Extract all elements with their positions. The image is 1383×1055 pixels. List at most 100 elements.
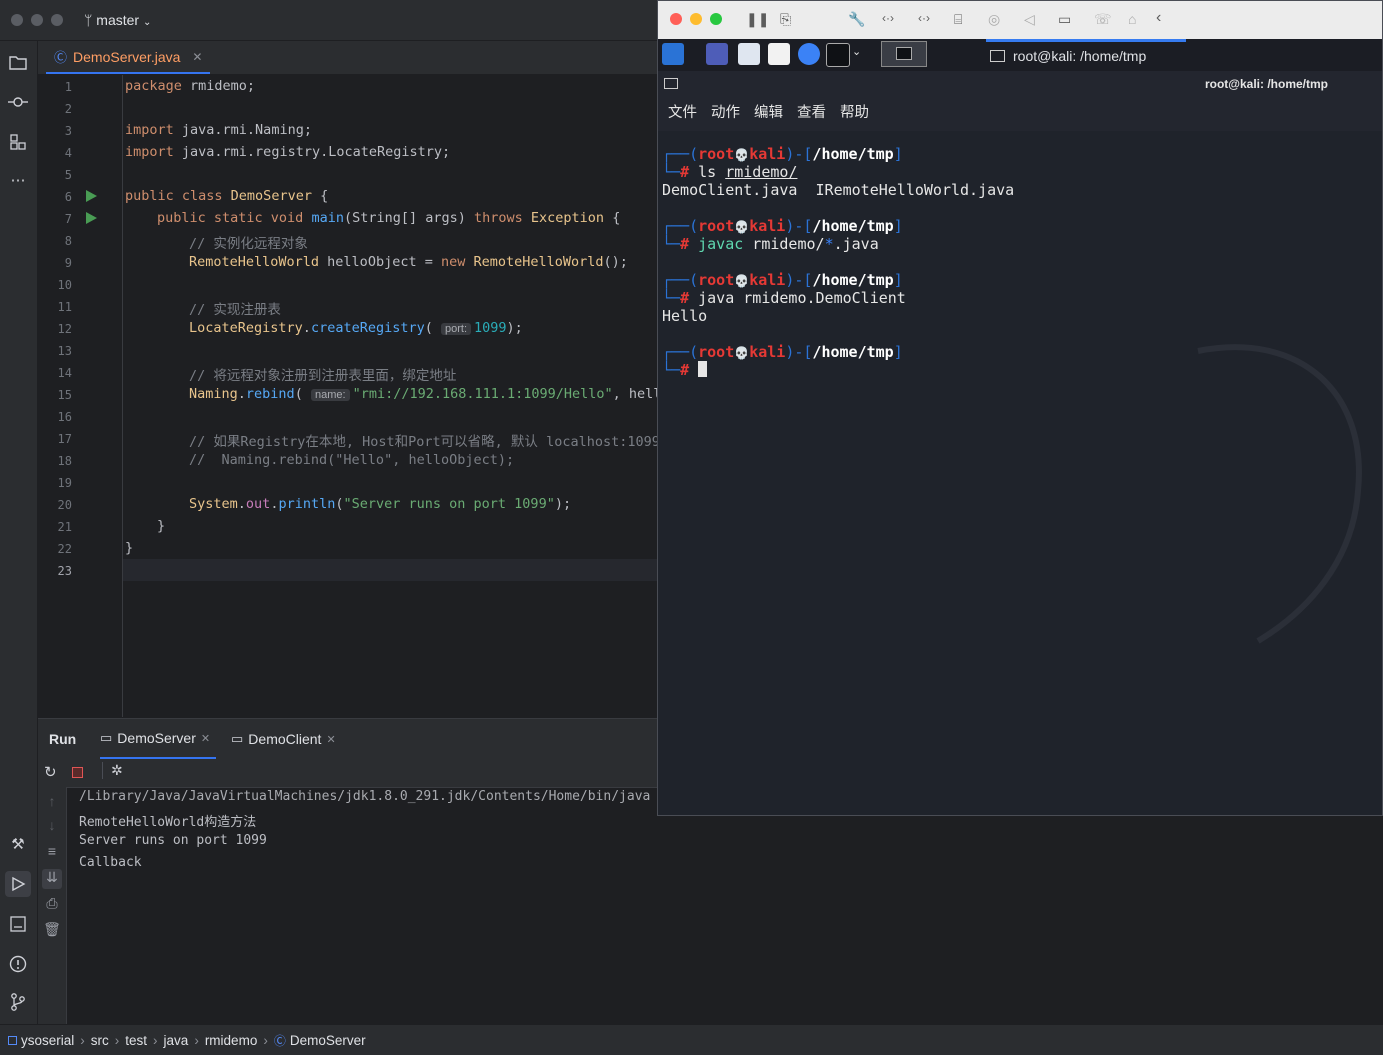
pause-icon[interactable]: ❚❚	[746, 11, 769, 28]
chevron-down-icon[interactable]: ⌄	[852, 45, 861, 58]
terminal-output[interactable]: ┌──(root💀kali)-[/home/tmp] └─# ls rmidem…	[658, 131, 1382, 815]
terminal-tool-icon[interactable]	[7, 913, 29, 935]
user-icon[interactable]: ◎	[988, 11, 1000, 28]
close-icon[interactable]: ✕	[192, 50, 202, 64]
code-editor[interactable]: 1 2 3 4 5 6 7 8 9 10 11 12 13 14 15 16 17 18 19 20 21 22 23 pa…	[38, 75, 658, 717]
terminal-titlebar: root@kali: /home/tmp	[658, 71, 1382, 97]
code-arrows-icon[interactable]: ‹·›	[882, 11, 894, 25]
menu-help[interactable]: 帮助	[840, 105, 869, 121]
build-hammer-icon[interactable]: ⚒	[7, 833, 29, 855]
browser-icon[interactable]	[798, 43, 820, 65]
breadcrumb-item[interactable]: src	[91, 1033, 109, 1048]
structure-icon[interactable]	[7, 131, 29, 153]
text-editor-icon[interactable]	[768, 43, 790, 65]
breadcrumb-item[interactable]: ysoserial	[21, 1033, 74, 1048]
wrench-icon[interactable]: 🔧	[848, 11, 865, 28]
vm-close-button[interactable]	[670, 13, 682, 25]
console-line: /Library/Java/JavaVirtualMachines/jdk1.8…	[79, 789, 651, 804]
breadcrumb-item[interactable]: java	[164, 1033, 189, 1048]
run-tool-icon[interactable]	[5, 871, 31, 897]
line-number: 1	[64, 80, 72, 94]
skull-icon: 💀	[734, 220, 750, 234]
chevron-left-icon[interactable]: ‹	[1156, 9, 1161, 27]
code-arrows-icon[interactable]: ‹·›	[918, 11, 930, 25]
line-number: 12	[57, 322, 72, 336]
project-folder-icon[interactable]	[7, 51, 29, 73]
menu-view[interactable]: 查看	[797, 105, 826, 121]
print-icon[interactable]: ⎙	[42, 895, 62, 915]
window-minimize-button[interactable]	[31, 14, 43, 26]
desktop-icon[interactable]	[706, 43, 728, 65]
stop-icon[interactable]	[72, 767, 83, 778]
commit-icon[interactable]	[7, 91, 29, 113]
console-line: Callback	[79, 855, 142, 870]
menu-edit[interactable]: 编辑	[754, 105, 783, 121]
line-number: 16	[57, 410, 72, 424]
menu-file[interactable]: 文件	[668, 105, 697, 121]
close-icon[interactable]: ✕	[201, 732, 210, 745]
code-line-1: package rmidemo;	[125, 78, 256, 94]
drive-icon[interactable]: ⌸	[954, 11, 962, 28]
window-close-button[interactable]	[11, 14, 23, 26]
line-number: 21	[57, 520, 72, 534]
run-tab-label: DemoServer	[117, 730, 196, 746]
line-gutter: 1 2 3 4 5 6 7 8 9 10 11 12 13 14 15 16 17 18 19 20 21 22 23	[38, 75, 123, 717]
debug-bug-icon[interactable]: ✲	[102, 762, 123, 779]
run-tab-democlient[interactable]: ▭ DemoClient ✕	[231, 719, 336, 759]
line-number: 17	[57, 432, 72, 446]
code-line-8: // 实例化远程对象	[189, 236, 308, 252]
code-line-21: }	[157, 518, 166, 534]
scroll-to-end-icon[interactable]: ⇊	[42, 869, 62, 889]
line-number: 20	[57, 498, 72, 512]
close-icon[interactable]: ✕	[326, 733, 335, 746]
line-number: 5	[64, 168, 72, 182]
problems-icon[interactable]	[7, 953, 29, 975]
left-toolbar: ⋯ ⚒	[0, 41, 38, 1024]
camera-icon[interactable]: ▭	[1058, 11, 1071, 28]
window-zoom-button[interactable]	[51, 14, 63, 26]
code-line-3: import java.rmi.Naming;	[125, 122, 312, 138]
arrow-up-icon[interactable]: ↑	[42, 793, 62, 813]
prompt-line: ┌──(root💀kali)-[/home/tmp]	[662, 271, 903, 289]
run-tab-demoserver[interactable]: ▭ DemoServer ✕	[100, 719, 217, 759]
line-number: 22	[57, 542, 72, 556]
prompt-line: ┌──(root💀kali)-[/home/tmp]	[662, 217, 903, 235]
kali-dragon-watermark	[1197, 344, 1362, 644]
breadcrumb-item[interactable]: rmidemo	[205, 1033, 258, 1048]
vm-zoom-button[interactable]	[710, 13, 722, 25]
terminal-icon	[990, 49, 1005, 62]
tab-demoserver-java[interactable]: Ⓒ DemoServer.java ✕	[46, 41, 211, 74]
run-class-icon[interactable]	[86, 190, 97, 202]
trash-icon[interactable]: 🗑	[42, 921, 62, 941]
phone-icon[interactable]: ☏	[1094, 11, 1112, 28]
code-line-18: // Naming.rebind("Hello", helloObject);	[189, 452, 515, 468]
line-number: 4	[64, 146, 72, 160]
workspace-button[interactable]	[881, 41, 927, 67]
text-cursor	[698, 361, 708, 377]
snapshot-icon[interactable]: ⎘	[780, 11, 791, 28]
git-icon[interactable]	[7, 991, 29, 1013]
rerun-icon[interactable]: ↻	[44, 763, 57, 781]
breadcrumb-item[interactable]: DemoServer	[290, 1033, 366, 1048]
code-line-11: // 实现注册表	[189, 302, 281, 318]
vm-toolbar: ❚❚ ⎘ 🔧 ‹·› ‹·› ⌸ ◎ ◁ ▭ ☏ ⌂ ‹	[658, 1, 1382, 40]
vm-minimize-button[interactable]	[690, 13, 702, 25]
speaker-icon[interactable]: ◁	[1024, 11, 1035, 28]
code-line-9: RemoteHelloWorld helloObject = new Remot…	[189, 254, 628, 270]
run-main-icon[interactable]	[86, 212, 97, 224]
terminal-launcher-icon[interactable]	[826, 43, 850, 67]
arrow-down-icon[interactable]: ↓	[42, 817, 62, 837]
run-tab-label: DemoClient	[248, 731, 322, 747]
menu-actions[interactable]: 动作	[711, 105, 740, 121]
kali-menu-icon[interactable]	[662, 43, 684, 65]
command-output: Hello	[662, 307, 708, 325]
breadcrumb-item[interactable]: test	[125, 1033, 147, 1048]
taskbar-terminal-window[interactable]: root@kali: /home/tmp	[986, 39, 1186, 69]
more-tools-icon[interactable]: ⋯	[7, 169, 29, 191]
line-number: 9	[64, 256, 72, 270]
file-manager-icon[interactable]	[738, 43, 760, 65]
soft-wrap-icon[interactable]: ≡	[42, 843, 62, 863]
branch-selector[interactable]: ᛘ master ⌄	[84, 12, 151, 28]
line-number: 10	[57, 278, 72, 292]
folder-share-icon[interactable]: ⌂	[1128, 11, 1136, 27]
